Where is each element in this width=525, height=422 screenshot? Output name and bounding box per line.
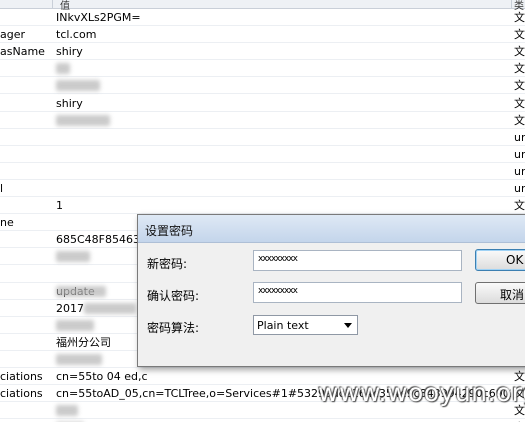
confirm-password-field[interactable]: xxxxxxxxx — [253, 282, 462, 303]
table-row[interactable]: asName shiry 文 — [0, 43, 525, 61]
attribute-value: 1 — [56, 199, 63, 213]
table-row[interactable]: INkvXLs2PGM= 文 — [0, 9, 525, 26]
confirm-password-label: 确认密码: — [147, 289, 200, 303]
chevron-down-icon — [344, 323, 352, 328]
attribute-value: tcl.com — [56, 28, 97, 42]
redacted-value — [56, 405, 78, 417]
attribute-type: 文 — [514, 28, 525, 42]
table-row[interactable]: 1文 — [0, 197, 525, 215]
attribute-type: 文 — [514, 113, 525, 127]
attribute-type: 文 — [514, 45, 525, 59]
set-password-dialog: 设置密码 新密码: xxxxxxxxx 确认密码: xxxxxxxxx 密码算法… — [137, 214, 525, 367]
attribute-name: ager — [0, 28, 26, 42]
attribute-name: ciations — [0, 370, 43, 384]
attribute-type: ur — [514, 147, 525, 161]
table-row[interactable]: shiry 文 — [0, 94, 525, 112]
redacted-value — [84, 302, 136, 314]
redacted-value — [56, 80, 100, 92]
redacted-value — [56, 251, 90, 263]
attribute-type: 文 — [514, 62, 525, 76]
redacted-value — [56, 114, 110, 126]
redacted-value — [56, 63, 70, 75]
dialog-title: 设置密码 — [138, 215, 525, 243]
attribute-name: ciations — [0, 387, 43, 401]
redacted-value — [56, 354, 102, 365]
ok-button[interactable]: OK — [475, 249, 525, 271]
attribute-name: l — [0, 182, 4, 195]
attribute-name: asName — [0, 45, 45, 59]
attribute-value: INkvXLs2PGM= — [56, 11, 141, 24]
table-row[interactable]: ur — [0, 162, 525, 180]
table-row[interactable]: ur — [0, 128, 525, 146]
table-row[interactable]: ur — [0, 146, 525, 163]
new-password-field[interactable]: xxxxxxxxx — [253, 250, 462, 271]
table-row[interactable]: 文 — [0, 60, 525, 78]
new-password-label: 新密码: — [147, 257, 188, 271]
grid-header: 值 类 — [0, 0, 525, 12]
password-algorithm-select[interactable]: Plain text — [253, 315, 358, 335]
attribute-type: 文 — [514, 199, 525, 213]
table-row[interactable]: 文 — [0, 77, 525, 95]
table-row[interactable]: 文 — [0, 112, 525, 129]
attribute-name: ne — [0, 216, 14, 230]
password-algorithm-value: Plain text — [257, 319, 309, 332]
attribute-value: shiry — [56, 96, 83, 110]
redacted-value — [56, 285, 106, 297]
column-separator[interactable] — [511, 0, 512, 9]
attribute-type: ur — [514, 182, 525, 195]
attribute-type: 文 — [514, 79, 525, 93]
attribute-type: 文 — [514, 11, 525, 24]
column-separator[interactable] — [52, 0, 53, 9]
attribute-type: ur — [514, 164, 525, 178]
attribute-value: shiry — [56, 45, 83, 59]
redacted-value — [56, 319, 94, 331]
password-algorithm-label: 密码算法: — [147, 321, 200, 335]
cancel-button[interactable]: 取消 — [475, 282, 525, 304]
table-row[interactable]: ager tcl.com 文 — [0, 26, 525, 44]
watermark: www.wooyun.org — [318, 378, 525, 407]
table-row[interactable]: l ur — [0, 180, 525, 197]
attribute-type: 文 — [514, 96, 525, 110]
attribute-type: ur — [514, 130, 525, 144]
